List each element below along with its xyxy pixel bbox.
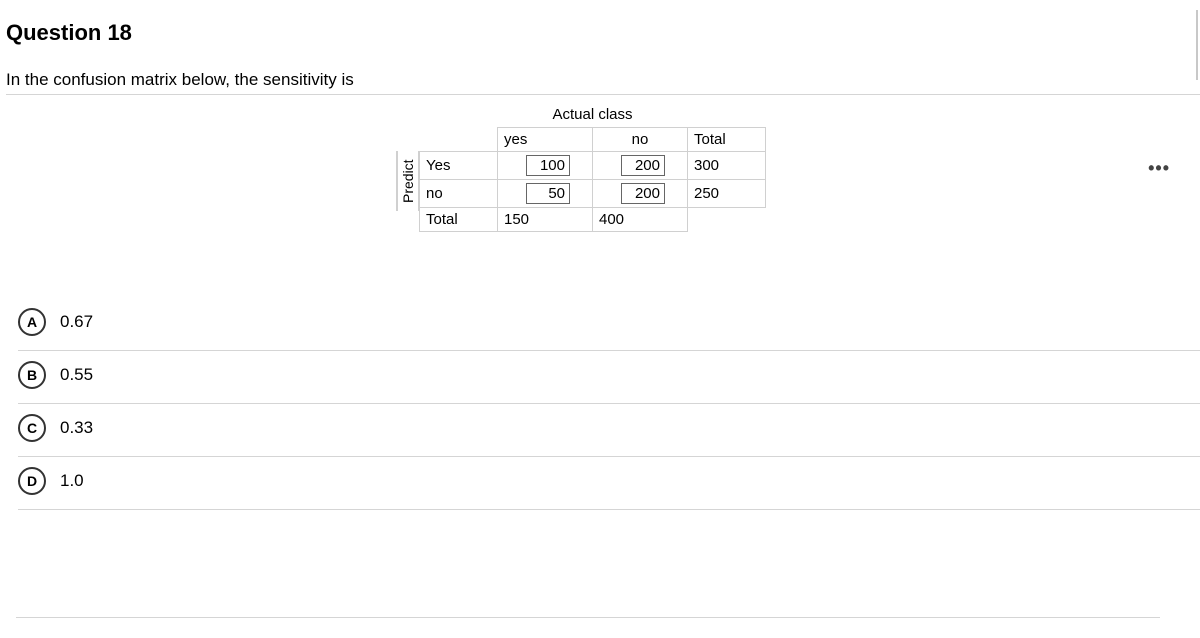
option-text: 0.67 <box>60 312 93 332</box>
row-axis-label: Predict <box>396 151 419 211</box>
cell-r2c1: 50 <box>498 179 593 207</box>
option-c[interactable]: C 0.33 <box>18 404 1200 457</box>
option-a[interactable]: A 0.67 <box>18 298 1200 351</box>
option-letter: D <box>18 467 46 495</box>
row-header-no: no <box>420 179 498 207</box>
row-header-total: Total <box>420 207 498 231</box>
more-icon[interactable]: ••• <box>1148 158 1170 179</box>
option-b[interactable]: B 0.55 <box>18 351 1200 404</box>
divider <box>6 94 1200 95</box>
option-text: 1.0 <box>60 471 84 491</box>
answer-options: A 0.67 B 0.55 C 0.33 D 1.0 <box>18 298 1200 510</box>
cell-r1total: 300 <box>688 151 766 179</box>
confusion-matrix-table: Actual class yes no Total Yes 100 200 30… <box>419 103 766 232</box>
col-header-total: Total <box>688 127 766 151</box>
footer-divider <box>16 617 1160 618</box>
option-letter: B <box>18 361 46 389</box>
confusion-matrix: Predict Actual class yes no Total Yes 10… <box>396 103 1200 232</box>
col-header-no: no <box>593 127 688 151</box>
scrollbar-fragment <box>1196 10 1198 80</box>
cell-tc1: 150 <box>498 207 593 231</box>
option-text: 0.33 <box>60 418 93 438</box>
question-title: Question 18 <box>6 20 1200 46</box>
cell-r2total: 250 <box>688 179 766 207</box>
cell-r1c1: 100 <box>498 151 593 179</box>
option-letter: A <box>18 308 46 336</box>
cell-r2c2: 200 <box>593 179 688 207</box>
row-header-yes: Yes <box>420 151 498 179</box>
cell-r1c2: 200 <box>593 151 688 179</box>
col-axis-label: Actual class <box>498 103 688 127</box>
option-d[interactable]: D 1.0 <box>18 457 1200 510</box>
cell-tc2: 400 <box>593 207 688 231</box>
question-prompt: In the confusion matrix below, the sensi… <box>6 70 1200 90</box>
col-header-yes: yes <box>498 127 593 151</box>
option-letter: C <box>18 414 46 442</box>
option-text: 0.55 <box>60 365 93 385</box>
